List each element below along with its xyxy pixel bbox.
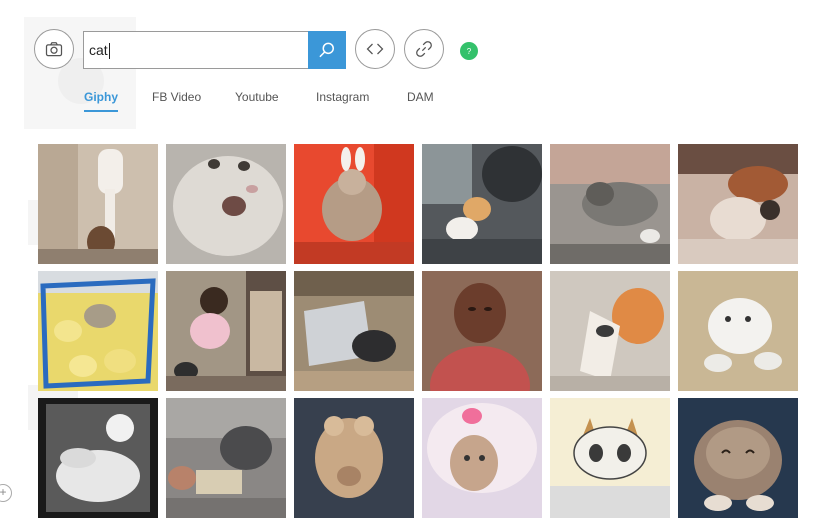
gif-image [678, 271, 798, 391]
gif-image [422, 144, 542, 264]
gif-image [678, 398, 798, 518]
gif-thumbnail[interactable] [38, 144, 158, 264]
gif-thumbnail[interactable] [422, 398, 542, 518]
gif-thumbnail[interactable] [678, 271, 798, 391]
tab-dam[interactable]: DAM [407, 90, 434, 104]
gif-image [38, 271, 158, 391]
gif-image [294, 144, 414, 264]
gif-thumbnail[interactable] [294, 144, 414, 264]
gif-image [294, 271, 414, 391]
gif-image [422, 398, 542, 518]
add-button[interactable]: + [0, 484, 12, 502]
tab-fb-video[interactable]: FB Video [152, 90, 201, 104]
gif-image [294, 398, 414, 518]
search-input[interactable]: cat [83, 31, 309, 69]
tab-giphy[interactable]: Giphy [84, 90, 118, 104]
gif-image [38, 144, 158, 264]
camera-icon [45, 42, 63, 57]
link-icon [416, 41, 432, 57]
gif-thumbnail[interactable] [422, 271, 542, 391]
gif-image [678, 144, 798, 264]
search-icon [319, 42, 334, 58]
gif-image [166, 398, 286, 518]
help-label: ? [466, 46, 472, 56]
tab-youtube[interactable]: Youtube [235, 90, 279, 104]
active-tab-indicator [84, 110, 118, 112]
gif-thumbnail[interactable] [294, 271, 414, 391]
gif-image [550, 144, 670, 264]
link-button[interactable] [404, 29, 444, 69]
embed-code-button[interactable] [355, 29, 395, 69]
gif-thumbnail[interactable] [294, 398, 414, 518]
tab-instagram[interactable]: Instagram [316, 90, 369, 104]
gif-image [550, 398, 670, 518]
gif-thumbnail[interactable] [38, 398, 158, 518]
gif-thumbnail[interactable] [422, 144, 542, 264]
gif-thumbnail[interactable] [166, 144, 286, 264]
gif-image [422, 271, 542, 391]
text-caret [108, 43, 110, 60]
plus-icon: + [0, 485, 7, 499]
gif-thumbnail[interactable] [550, 398, 670, 518]
gif-thumbnail[interactable] [550, 271, 670, 391]
help-icon[interactable]: ? [460, 42, 478, 60]
gif-thumbnail[interactable] [166, 398, 286, 518]
gif-thumbnail[interactable] [166, 271, 286, 391]
gif-image [550, 271, 670, 391]
gif-image [166, 144, 286, 264]
gif-image [166, 271, 286, 391]
camera-button[interactable] [34, 29, 74, 69]
search-button[interactable] [308, 31, 346, 69]
gif-thumbnail[interactable] [678, 144, 798, 264]
code-icon [366, 43, 384, 55]
gif-thumbnail[interactable] [38, 271, 158, 391]
gif-image [38, 398, 158, 518]
search-input-value: cat [89, 42, 108, 58]
gif-thumbnail[interactable] [550, 144, 670, 264]
gif-thumbnail[interactable] [678, 398, 798, 518]
